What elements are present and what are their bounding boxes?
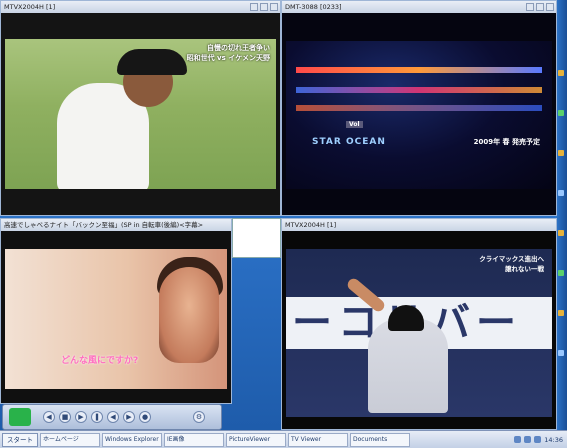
clock[interactable]: 14:36 [544,436,563,444]
window-titlebar[interactable]: MTVX2004H [1] [282,219,556,231]
start-button[interactable]: スタート [2,432,38,447]
video-window-baseball[interactable]: MTVX2004H [1] ーコリバー クライマックス進出へ 譲れない一戦 [281,218,557,430]
minimize-button[interactable] [250,3,258,11]
skip-forward-button[interactable]: ▶ [123,411,135,423]
window-titlebar[interactable]: DMT-3088 [0233] [282,1,556,13]
system-tray: 14:36 [510,433,567,447]
window-titlebar[interactable]: MTVX2004H [1] [1,1,280,13]
side-icon[interactable] [558,70,564,76]
side-icon[interactable] [558,310,564,316]
tray-icon[interactable] [514,436,522,443]
window-title: 高速でしゃべるナイト「バックン至福」(SP in 自転車(後編)<字幕> [4,221,204,229]
media-player-controls[interactable]: ◀ ■ ▶ ❚ ◀ ▶ ● ⚙ [2,404,222,430]
side-icon[interactable] [558,110,564,116]
rewind-button[interactable]: ◀ [43,411,55,423]
game-effect-band [296,67,542,73]
caption-line-2: 譲れない一戦 [505,265,544,273]
video-area[interactable]: ーコリバー クライマックス進出へ 譲れない一戦 [286,249,552,417]
game-title-text: STAR OCEAN [312,137,386,147]
window-title: MTVX2004H [1] [4,3,56,11]
play-button[interactable]: ▶ [75,411,87,423]
caption-line-2: 昭和世代 vs イケメン天野 [186,54,270,62]
side-icon[interactable] [558,190,564,196]
window-controls [526,3,554,11]
video-area[interactable]: 自慢の切れ王者争い 昭和世代 vs イケメン天野 [5,39,276,189]
subtitle-caption: どんな風にですか? [61,356,139,366]
taskbar: スタート ホームページ Windows Explorer IE画像 Pictur… [0,430,567,448]
tray-icon[interactable] [524,436,532,443]
tray-icon[interactable] [534,436,542,443]
side-icon[interactable] [558,150,564,156]
maximize-button[interactable] [260,3,268,11]
baseball-player [368,319,448,413]
video-caption: クライマックス進出へ 譲れない一戦 [479,253,544,273]
taskbar-item[interactable]: Windows Explorer [102,432,162,447]
background-app-window[interactable] [232,218,281,258]
stop-button[interactable]: ■ [59,411,71,423]
person-face [159,267,219,363]
taskbar-item[interactable]: Documents [350,432,410,447]
window-title: DMT-3088 [0233] [285,3,342,11]
pause-button[interactable]: ❚ [91,411,103,423]
golfer-cap [117,49,187,75]
window-titlebar[interactable]: 高速でしゃべるナイト「バックン至福」(SP in 自転車(後編)<字幕> [1,219,231,231]
video-area[interactable]: どんな風にですか? [5,249,227,389]
record-button[interactable]: ● [139,411,151,423]
side-icon[interactable] [558,350,564,356]
video-caption: 自慢の切れ王者争い 昭和世代 vs イケメン天野 [187,43,270,63]
side-icon[interactable] [558,230,564,236]
caption-line-1: 自慢の切れ王者争い [207,44,270,52]
release-text: 2009年 春 発売予定 [473,138,540,146]
video-window-drama[interactable]: 高速でしゃべるナイト「バックン至福」(SP in 自転車(後編)<字幕> どんな… [0,218,232,404]
player-logo-icon[interactable] [9,408,31,426]
maximize-button[interactable] [536,3,544,11]
window-controls [250,3,278,11]
window-title: MTVX2004H [1] [285,221,337,229]
vol-label: Vol [346,121,363,128]
minimize-button[interactable] [526,3,534,11]
skip-back-button[interactable]: ◀ [107,411,119,423]
settings-button[interactable]: ⚙ [193,411,205,423]
game-effect-band [296,87,542,93]
side-icon[interactable] [558,270,564,276]
game-effect-band [296,105,542,111]
taskbar-item[interactable]: PictureViewer [226,432,286,447]
taskbar-item[interactable]: ホームページ [40,432,100,447]
video-window-golf[interactable]: MTVX2004H [1] 自慢の切れ王者争い 昭和世代 vs イケメン天野 [0,0,281,216]
caption-line-1: クライマックス進出へ [479,255,544,263]
taskbar-item[interactable]: IE画像 [164,432,224,447]
close-button[interactable] [546,3,554,11]
taskbar-item[interactable]: TV Viewer [288,432,348,447]
video-window-game[interactable]: DMT-3088 [0233] Vol STAR OCEAN 2009年 春 発… [281,0,557,216]
video-area[interactable]: Vol STAR OCEAN 2009年 春 発売予定 [286,41,552,189]
close-button[interactable] [270,3,278,11]
